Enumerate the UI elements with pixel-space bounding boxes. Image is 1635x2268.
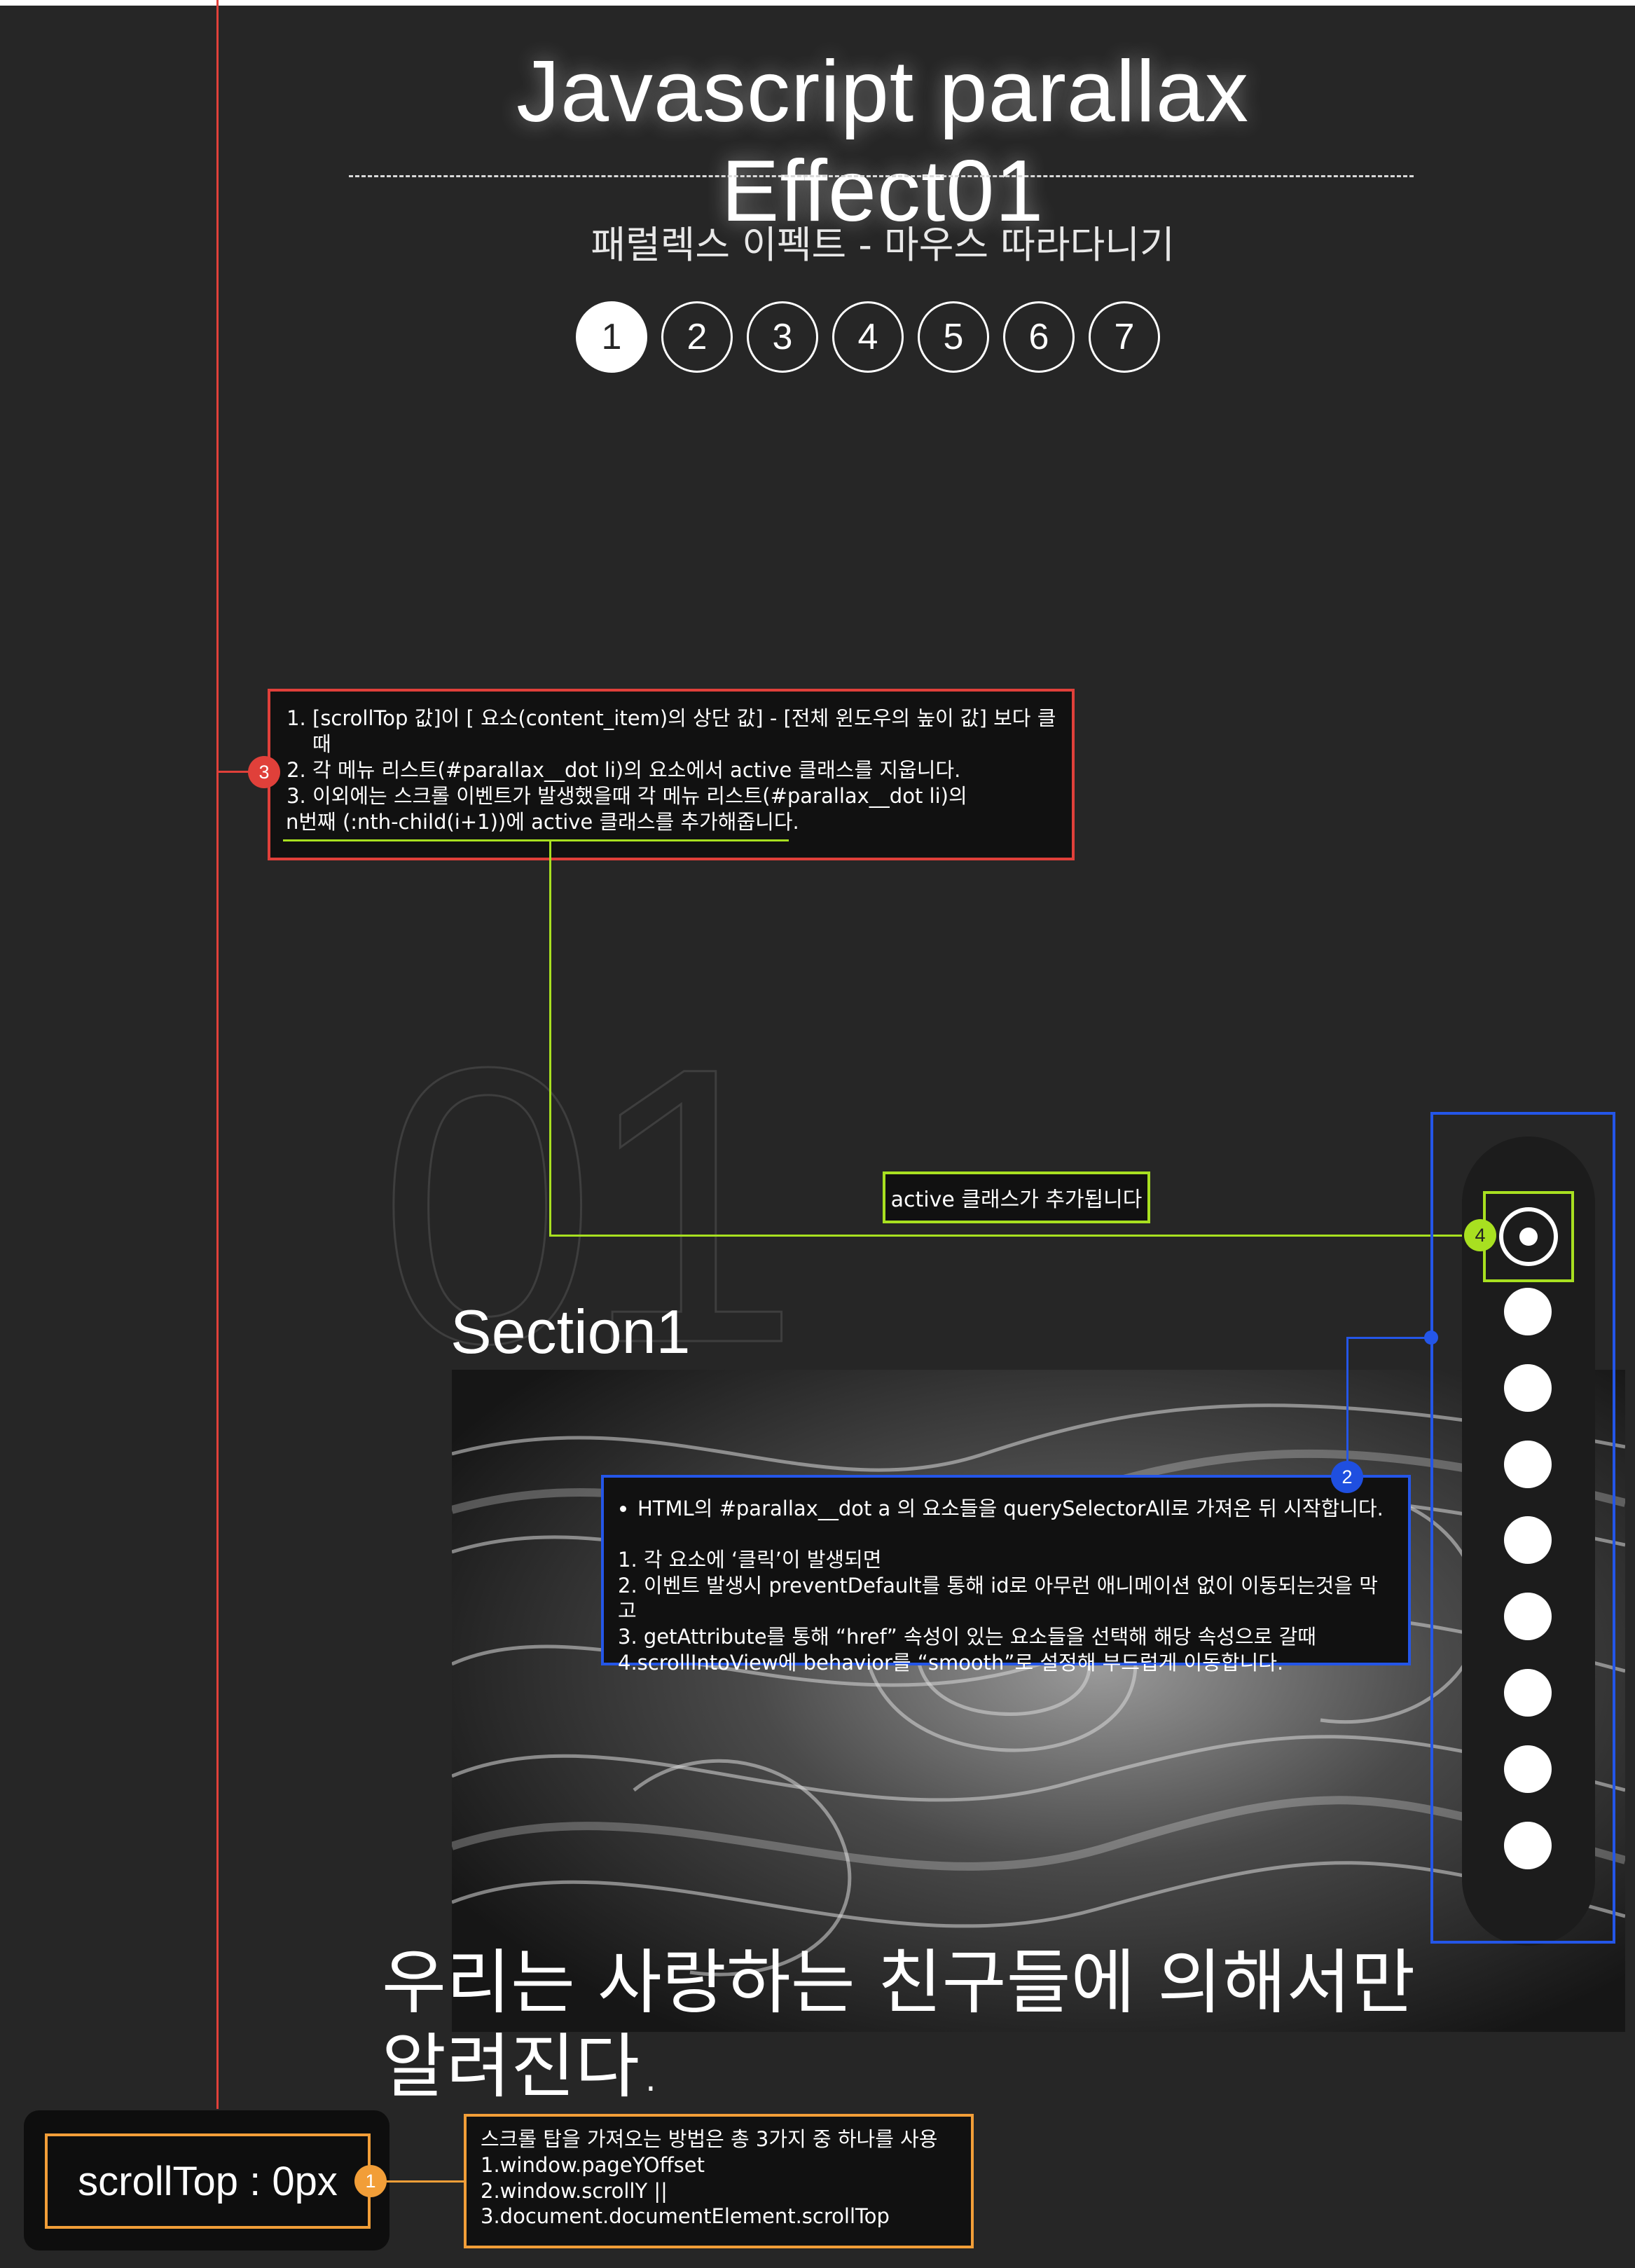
scroll-top-readout: scrollTop : 0px bbox=[45, 2133, 371, 2229]
section-nav: 1 2 3 4 5 6 7 bbox=[576, 301, 1160, 373]
top-frame-border bbox=[0, 0, 1635, 6]
annotation-2-note: HTML의 #parallax__dot a 의 요소들을 querySelec… bbox=[601, 1475, 1411, 1675]
annotation-1-line-4: 3.document.documentElement.scrollTop bbox=[481, 2204, 890, 2229]
side-dot-7[interactable] bbox=[1504, 1669, 1552, 1717]
side-dot-4[interactable] bbox=[1504, 1441, 1552, 1488]
title-divider bbox=[349, 175, 1414, 177]
section-title: Section1 bbox=[450, 1297, 691, 1366]
side-dot-9[interactable] bbox=[1504, 1822, 1552, 1869]
annotation-4-connector-horizontal bbox=[549, 1235, 1481, 1237]
section-quote: 우리는 사랑하는 친구들에 의해서만 알려진다. bbox=[382, 1941, 1503, 2109]
annotation-4-note: active 클래스가 추가됩니다 bbox=[883, 1171, 1150, 1223]
annotation-4-connector-vertical bbox=[549, 841, 551, 1236]
quote-line-1: 우리는 사랑하는 친구들에 의해서만 bbox=[382, 1941, 1416, 2023]
side-dot-6[interactable] bbox=[1504, 1593, 1552, 1640]
quote-line-2: 알려진다. bbox=[382, 2026, 662, 2108]
annotation-1-connector bbox=[387, 2180, 464, 2183]
page-title: Javascript parallax Effect01 bbox=[516, 43, 1249, 240]
nav-item-4[interactable]: 4 bbox=[832, 301, 904, 373]
annotation-2-line-4: 4.scrollIntoView에 behavior를 “smooth”로 설정… bbox=[618, 1651, 1284, 1675]
annotation-2-badge: 2 bbox=[1331, 1461, 1363, 1493]
side-dot-5[interactable] bbox=[1504, 1516, 1552, 1564]
annotation-3-badge: 3 bbox=[248, 756, 280, 788]
nav-item-1[interactable]: 1 bbox=[576, 301, 647, 373]
annotation-1-line-1: 스크롤 탑을 가져오는 방법은 총 3가지 중 하나를 사용 bbox=[481, 2127, 938, 2151]
annotation-2-connector-horizontal bbox=[1346, 1337, 1430, 1339]
annotation-2-line-1: 1. 각 요소에 ‘클릭’이 발생되면 bbox=[618, 1547, 882, 1572]
annotation-2-connector-vertical bbox=[1346, 1337, 1348, 1477]
annotation-3-item-3-continued: n번째 (:nth-child(i+1))에 active 클래스를 추가해줍니… bbox=[286, 810, 799, 834]
side-dot-3[interactable] bbox=[1504, 1364, 1552, 1412]
annotation-3-connector-vertical bbox=[216, 0, 219, 2109]
side-dot-active-highlight bbox=[1483, 1191, 1574, 1282]
side-dot-2[interactable] bbox=[1504, 1288, 1552, 1335]
annotation-3-note: [scrollTop 값]이 [ 요소(content_item)의 상단 값]… bbox=[268, 689, 1075, 860]
side-dot-8[interactable] bbox=[1504, 1745, 1552, 1793]
annotation-1-line-3: 2.window.scrollY || bbox=[481, 2178, 668, 2203]
annotation-3-item-2: 각 메뉴 리스트(#parallax__dot li)의 요소에서 active… bbox=[312, 757, 1056, 783]
annotation-3-item-3: 이외에는 스크롤 이벤트가 발생했을때 각 메뉴 리스트(#parallax__… bbox=[312, 783, 1056, 809]
annotation-2-line-2: 2. 이벤트 발생시 preventDefault를 통해 id로 아무런 애니… bbox=[618, 1573, 1378, 1623]
annotation-2-bullet: HTML의 #parallax__dot a 의 요소들을 querySelec… bbox=[637, 1496, 1394, 1522]
annotation-2-line-3: 3. getAttribute를 통해 “href” 속성이 있는 요소들을 선… bbox=[618, 1625, 1316, 1649]
page-subtitle: 패럴렉스 이펙트 - 마우스 따라다니기 bbox=[591, 223, 1175, 267]
annotation-1-badge: 1 bbox=[354, 2165, 387, 2197]
annotation-4-badge: 4 bbox=[1464, 1219, 1496, 1251]
annotation-4-underline bbox=[283, 839, 789, 841]
annotation-3-item-1: [scrollTop 값]이 [ 요소(content_item)의 상단 값]… bbox=[312, 706, 1056, 757]
nav-item-2[interactable]: 2 bbox=[661, 301, 733, 373]
nav-item-5[interactable]: 5 bbox=[918, 301, 989, 373]
nav-item-6[interactable]: 6 bbox=[1003, 301, 1075, 373]
nav-item-7[interactable]: 7 bbox=[1089, 301, 1160, 373]
annotation-1-line-2: 1.window.pageYOffset bbox=[481, 2152, 705, 2177]
nav-item-3[interactable]: 3 bbox=[747, 301, 818, 373]
annotation-1-note: 스크롤 탑을 가져오는 방법은 총 3가지 중 하나를 사용 1.window.… bbox=[464, 2114, 974, 2248]
